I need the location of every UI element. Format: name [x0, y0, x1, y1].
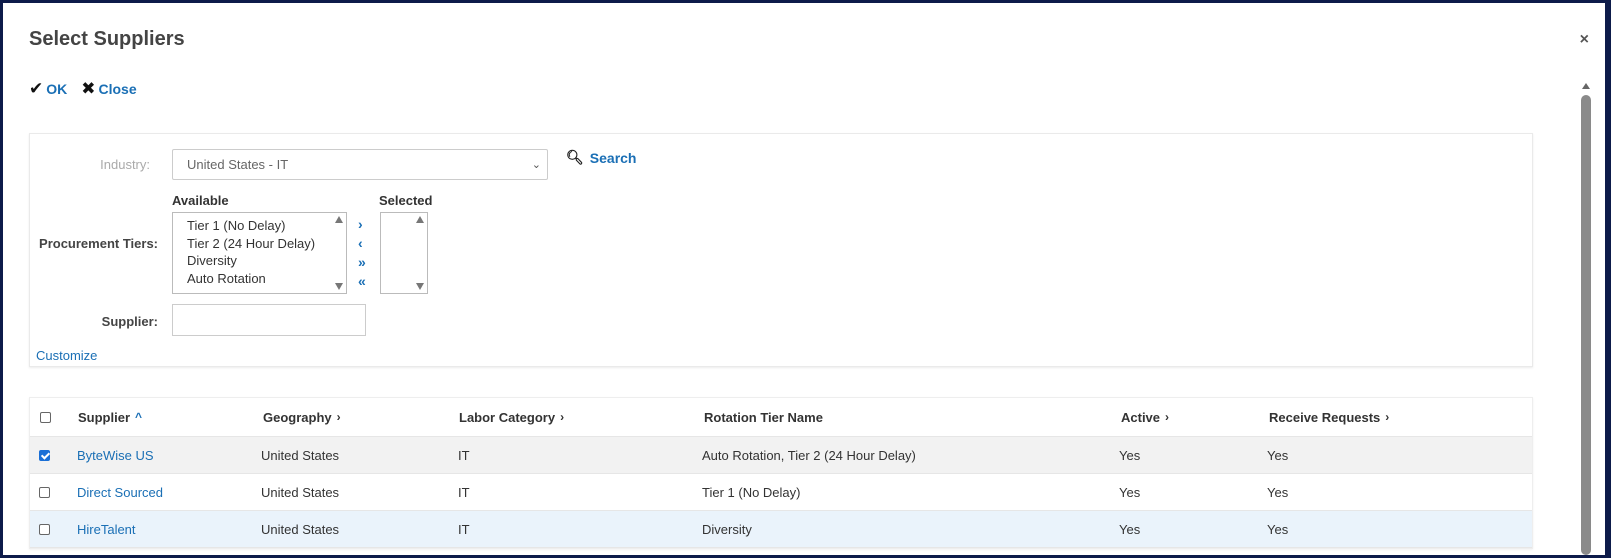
labor-category-cell: IT [458, 447, 470, 463]
search-icon: 🔍︎ [566, 149, 584, 165]
geography-cell: United States [261, 447, 340, 463]
table-row[interactable]: HireTalent United States IT Diversity Ye… [30, 511, 1532, 548]
labor-category-cell: IT [458, 484, 470, 500]
sort-chevron-icon: › [336, 410, 341, 424]
customize-link[interactable]: Customize [36, 348, 97, 363]
listbox-scroll-up-icon[interactable] [335, 216, 343, 223]
procurement-tiers-label: Procurement Tiers: [39, 236, 158, 251]
sort-chevron-icon: › [1385, 410, 1390, 424]
industry-select[interactable]: United States - IT ⌄ [172, 149, 548, 180]
sort-ascending-icon: ^ [135, 410, 143, 424]
supplier-link[interactable]: HireTalent [77, 511, 136, 547]
search-button[interactable]: 🔍︎ Search [566, 149, 636, 166]
industry-label: Industry: [100, 157, 150, 172]
supplier-label: Supplier: [101, 314, 158, 329]
selected-header: Selected [379, 193, 433, 208]
rotation-tier-cell: Diversity [702, 521, 752, 537]
rotation-tier-cell: Auto Rotation, Tier 2 (24 Hour Delay) [702, 447, 916, 463]
receive-requests-cell: Yes [1267, 447, 1289, 463]
tier-move-buttons: › ‹ » « [358, 216, 366, 290]
available-tiers-listbox[interactable]: Tier 1 (No Delay) Tier 2 (24 Hour Delay)… [172, 212, 347, 294]
column-header-active[interactable]: Active › [1121, 398, 1169, 436]
listbox-scroll-up-icon[interactable] [416, 216, 424, 223]
dialog-title: Select Suppliers [29, 28, 185, 50]
available-header: Available [172, 193, 229, 208]
move-right-icon[interactable]: › [358, 216, 366, 233]
labor-category-cell: IT [458, 521, 470, 537]
close-button[interactable]: ✖ Close [81, 79, 136, 99]
active-cell: Yes [1119, 521, 1141, 537]
available-option[interactable]: Tier 2 (24 Hour Delay) [173, 235, 346, 253]
suppliers-table: Supplier ^ Geography › Labor Category › … [29, 397, 1533, 549]
filter-panel: Industry: United States - IT ⌄ 🔍︎ Search… [29, 133, 1533, 367]
row-checkbox[interactable] [39, 474, 50, 510]
available-option[interactable]: Auto Rotation [173, 270, 346, 288]
ok-button[interactable]: ✔ OK [29, 79, 67, 99]
supplier-link[interactable]: Direct Sourced [77, 474, 163, 510]
industry-select-value: United States - IT [187, 157, 289, 172]
active-cell: Yes [1119, 447, 1141, 463]
active-cell: Yes [1119, 484, 1141, 500]
select-all-checkbox[interactable] [40, 398, 51, 436]
geography-cell: United States [261, 521, 340, 537]
dialog-scrollbar[interactable] [1581, 83, 1591, 555]
receive-requests-cell: Yes [1267, 484, 1289, 500]
receive-requests-cell: Yes [1267, 521, 1289, 537]
move-all-left-icon[interactable]: « [358, 273, 366, 290]
scroll-thumb[interactable] [1581, 95, 1591, 555]
select-suppliers-dialog: Select Suppliers × ✔ OK ✖ Close Industry… [3, 3, 1605, 555]
dialog-toolbar: ✔ OK ✖ Close [29, 79, 137, 99]
column-header-supplier[interactable]: Supplier ^ [78, 398, 142, 436]
close-icon[interactable]: × [1580, 31, 1589, 49]
supplier-link[interactable]: ByteWise US [77, 437, 154, 473]
table-row[interactable]: Direct Sourced United States IT Tier 1 (… [30, 474, 1532, 511]
move-left-icon[interactable]: ‹ [358, 235, 366, 252]
checkmark-icon: ✔ [29, 79, 44, 98]
rotation-tier-cell: Tier 1 (No Delay) [702, 484, 801, 500]
column-header-rotation-tier: Rotation Tier Name [704, 409, 823, 425]
table-row[interactable]: ByteWise US United States IT Auto Rotati… [30, 437, 1532, 474]
available-option[interactable]: Tier 1 (No Delay) [173, 217, 346, 235]
sort-chevron-icon: › [560, 410, 565, 424]
column-header-geography[interactable]: Geography › [263, 398, 341, 436]
x-icon: ✖ [81, 79, 96, 98]
chevron-down-icon: ⌄ [531, 159, 541, 171]
listbox-scroll-down-icon[interactable] [335, 283, 343, 290]
scroll-up-icon[interactable] [1582, 83, 1590, 89]
close-button-label: Close [98, 81, 137, 97]
available-option[interactable]: Diversity [173, 252, 346, 270]
column-header-labor-category[interactable]: Labor Category › [459, 398, 564, 436]
supplier-input[interactable] [172, 304, 366, 336]
move-all-right-icon[interactable]: » [358, 254, 366, 271]
column-header-receive-requests[interactable]: Receive Requests › [1269, 398, 1389, 436]
sort-chevron-icon: › [1165, 410, 1170, 424]
listbox-scroll-down-icon[interactable] [416, 283, 424, 290]
search-button-label: Search [589, 149, 637, 166]
ok-button-label: OK [46, 81, 68, 97]
geography-cell: United States [261, 484, 340, 500]
table-header-row: Supplier ^ Geography › Labor Category › … [30, 398, 1532, 437]
selected-tiers-listbox[interactable] [380, 212, 428, 294]
row-checkbox[interactable] [39, 511, 50, 547]
row-checkbox[interactable] [39, 437, 50, 473]
